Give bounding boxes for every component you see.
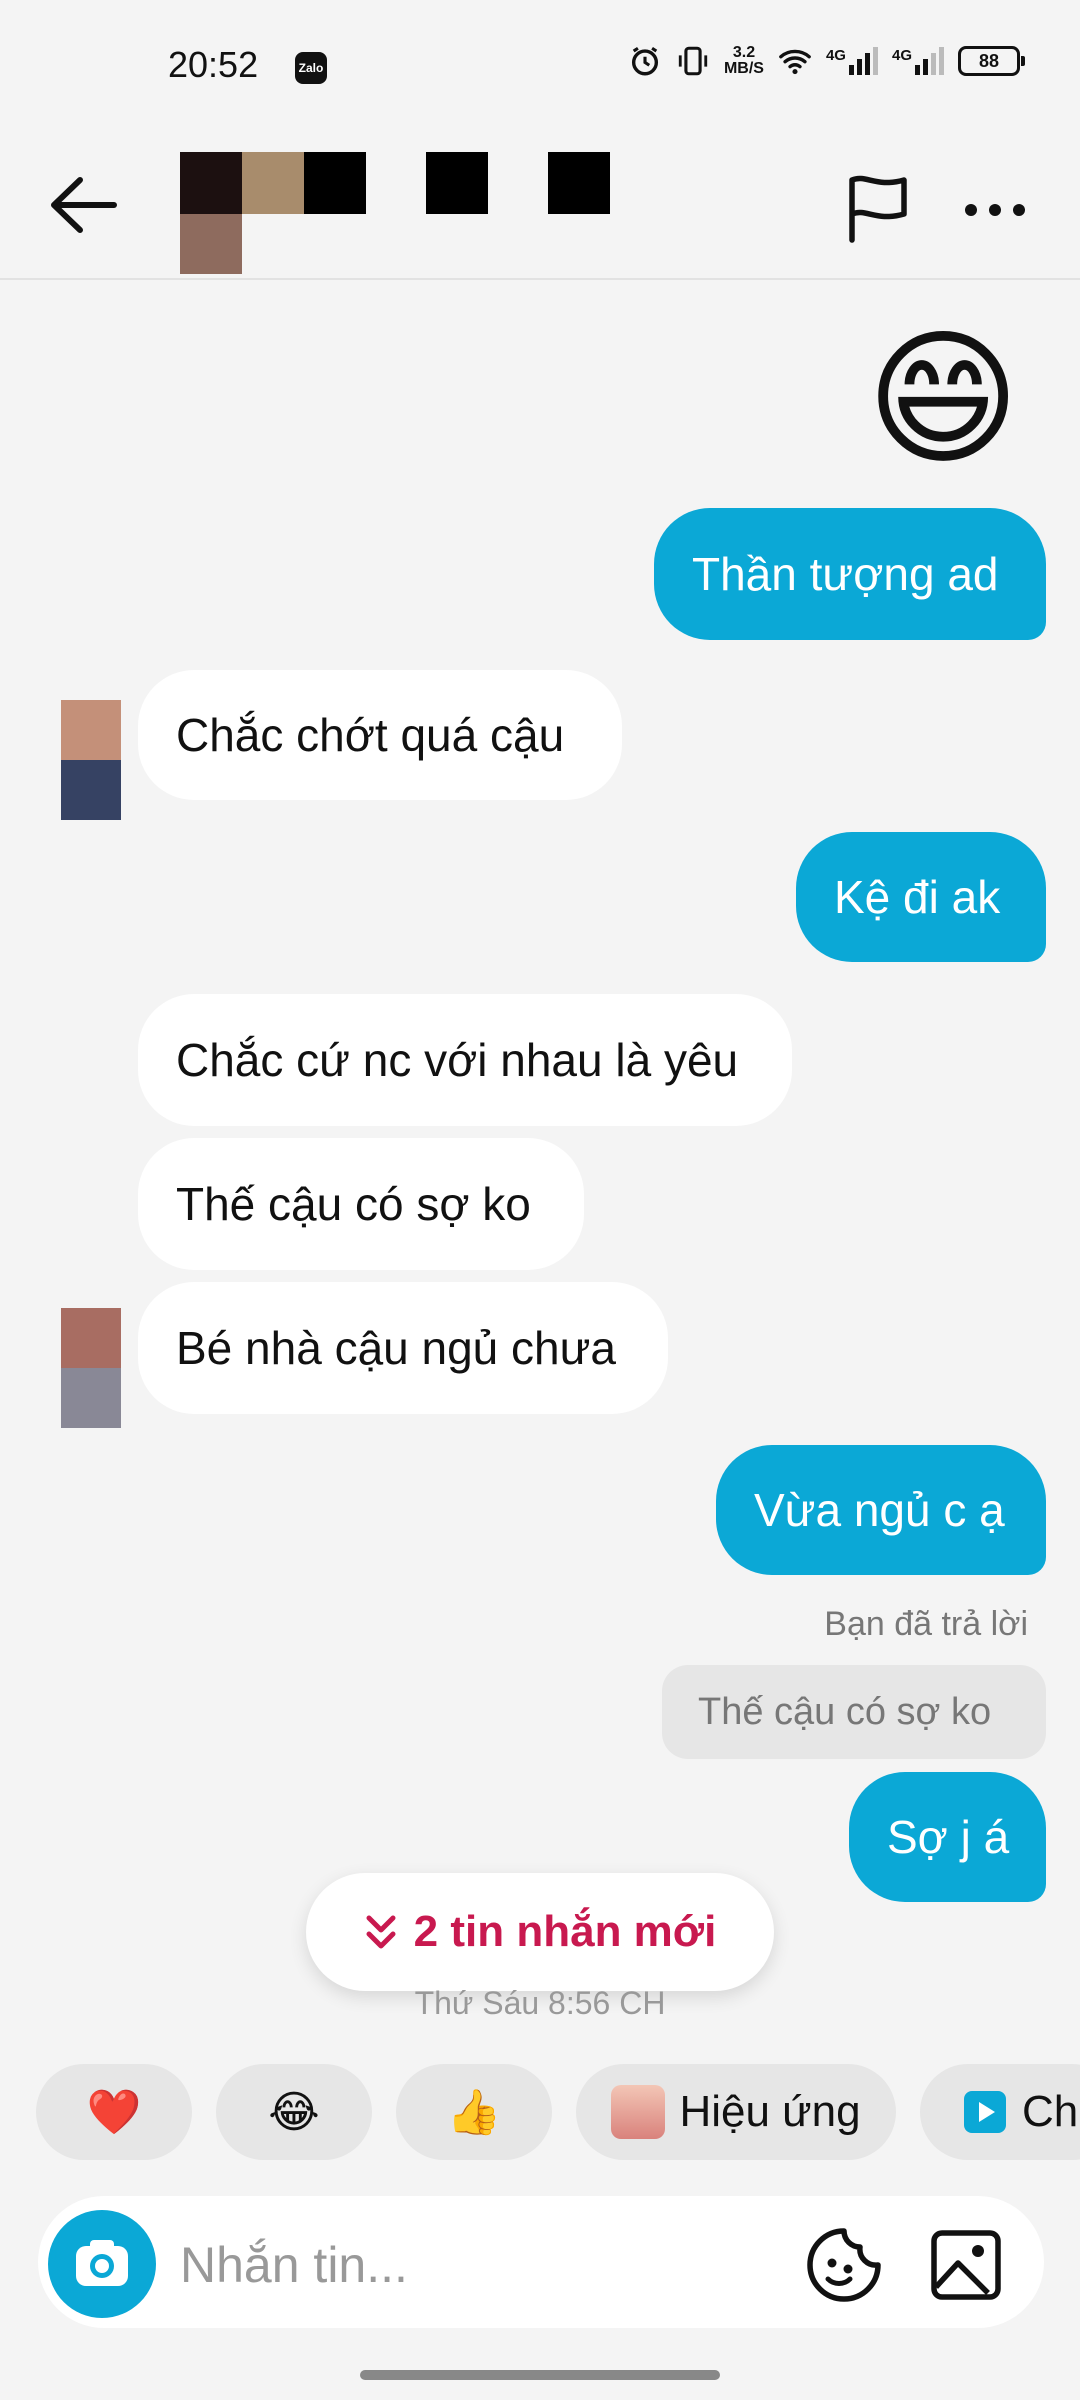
signal-sim1: 4G (826, 47, 878, 75)
image-icon[interactable] (926, 2225, 1006, 2305)
contact-avatar[interactable] (61, 1308, 121, 1428)
home-indicator[interactable] (360, 2370, 720, 2380)
new-messages-label: 2 tin nhắn mới (413, 1907, 717, 1956)
incoming-message[interactable]: Chắc chớt quá cậu (138, 670, 622, 800)
contact-avatar[interactable] (61, 700, 121, 820)
camera-button[interactable] (48, 2210, 156, 2318)
outgoing-message[interactable]: Vừa ngủ c ạ (716, 1445, 1046, 1575)
message-input[interactable] (178, 2226, 782, 2304)
effects-avatar-icon (611, 2085, 666, 2139)
wifi-icon (779, 49, 811, 75)
replied-label: Bạn đã trả lời (824, 1605, 1028, 1643)
battery-indicator: 88 (958, 46, 1025, 76)
outgoing-message[interactable]: Thần tượng ad (654, 508, 1046, 640)
new-messages-button[interactable]: 2 tin nhắn mới (306, 1873, 774, 1991)
reaction-laugh[interactable]: 😂 (216, 2064, 372, 2160)
incoming-message[interactable]: Chắc cứ nc với nhau là yêu (138, 994, 792, 1126)
more-horizontal-icon[interactable] (955, 180, 1035, 240)
sticker-icon[interactable] (804, 2225, 884, 2305)
incoming-message[interactable]: Thế cậu có sợ ko (138, 1138, 584, 1270)
incoming-message[interactable]: Bé nhà cậu ngủ chưa (138, 1282, 668, 1414)
arrow-left-icon[interactable] (40, 170, 130, 240)
chat-header (0, 130, 1080, 280)
date-separator: Thứ Sáu 8:56 CH (414, 1985, 666, 2021)
camera-icon (76, 2240, 128, 2286)
vibrate-icon (678, 46, 708, 76)
zalo-notification-icon: Zalo (295, 52, 327, 84)
effects-button[interactable]: Hiệu ứng (576, 2064, 896, 2160)
outgoing-message[interactable]: Kệ đi ak (796, 832, 1046, 962)
contact-name-pixelated[interactable] (180, 152, 610, 274)
outgoing-message[interactable]: Sợ j á (849, 1772, 1046, 1902)
reaction-heart[interactable]: ❤️ (36, 2064, 192, 2160)
status-time: 20:52 (168, 44, 259, 85)
signal-sim2: 4G (892, 47, 944, 75)
reply-quote[interactable]: Thế cậu có sợ ko (662, 1665, 1046, 1759)
flag-icon[interactable] (838, 168, 918, 248)
video-call-chip[interactable]: Ch (920, 2064, 1080, 2160)
play-icon (964, 2091, 1006, 2133)
reaction-thumbs-up[interactable]: 👍 (396, 2064, 552, 2160)
chevrons-down-icon (366, 1915, 396, 1949)
sticker-message[interactable]: 😄 (866, 315, 1020, 485)
status-icons: 3.2 MB/S 4G 4G 88 (628, 44, 1025, 78)
alarm-icon (631, 46, 659, 76)
network-speed: 3.2 MB/S (723, 44, 764, 77)
